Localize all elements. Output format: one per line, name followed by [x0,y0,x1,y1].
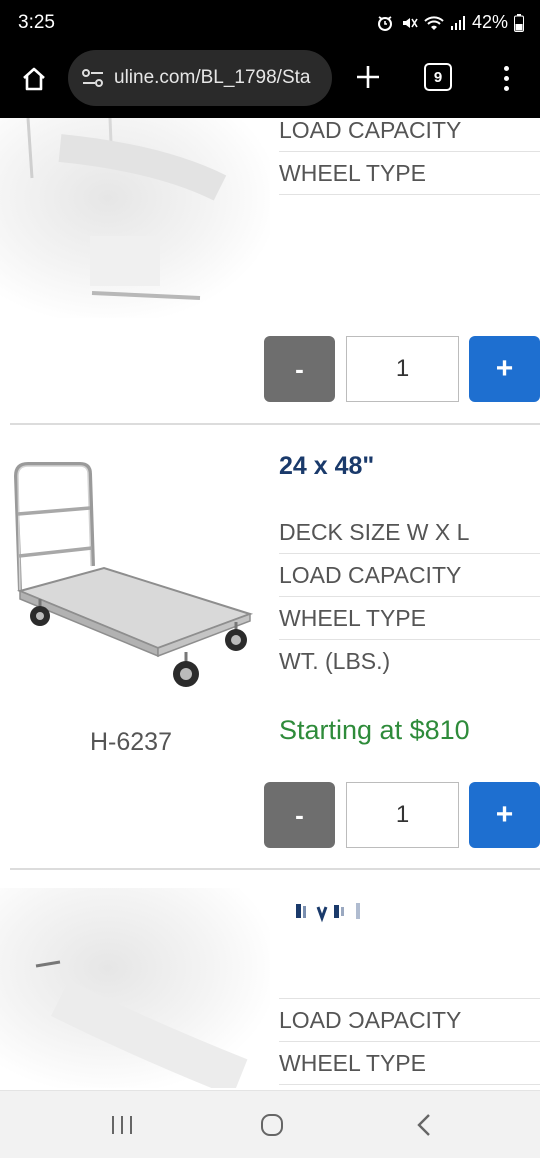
spec-label: LOAD ƆAPACITY [279,999,540,1042]
product-image-bottom-art [35,960,248,1090]
product-divider [10,868,540,870]
tab-switcher-button[interactable]: 9 [424,63,452,91]
spec-label: LOAD CAPACITY [279,118,540,152]
home-icon [23,67,45,91]
alarm-icon [377,15,392,31]
system-nav-bar [0,1090,540,1158]
browser-toolbar: uline.com/BL_1798/Sta 9 [0,48,540,118]
home-nav-button[interactable] [252,1109,292,1141]
status-bar: 3:25 42% [0,0,540,48]
quantity-increase-button[interactable]: + [469,336,540,402]
quantity-input[interactable]: 1 [346,782,459,848]
plus-icon [357,66,379,88]
more-vert-icon[interactable] [494,60,518,96]
product-image-top [0,118,270,318]
product-price: Starting at $810 [279,715,470,745]
url-text: uline.com/BL_1798/Sta [114,67,311,88]
spec-label: WHEEL TYPE [279,1042,540,1085]
spec-label: WHEEL TYPE [279,152,540,195]
site-settings-icon[interactable] [82,68,104,88]
spec-label: DECK SIZE W X L [279,511,540,554]
quantity-input[interactable]: 1 [346,336,459,402]
home-circle-icon [261,1114,283,1136]
quantity-increase-button[interactable]: + [469,782,540,848]
battery-percent: 42% [471,12,508,32]
recents-icon [112,1116,132,1134]
tab-count: 9 [433,68,443,86]
quantity-stepper[interactable]: - 1 + [264,782,540,848]
platform-truck-image[interactable] [8,456,258,696]
product-image-top-art [26,118,227,300]
quantity-decrease-button[interactable]: - [264,782,335,848]
loading-title-placeholder [296,903,360,923]
wheel [173,652,199,687]
recents-button[interactable] [102,1109,142,1141]
mute-icon [402,17,418,28]
quantity-decrease-button[interactable]: - [264,336,335,402]
signal-icon [450,15,465,30]
page-content: LOAD CAPACITY WHEEL TYPE - 1 + 24 x 48" [0,118,540,1090]
status-icons: 42% [376,12,524,33]
quantity-stepper[interactable]: - 1 + [264,336,540,402]
browser-chrome: 3:25 42% uline.com/BL_1798/Sta 9 [0,0,540,118]
wifi-icon [424,15,444,30]
status-time: 3:25 [18,12,55,33]
product-image-bottom [0,888,270,1090]
url-bar[interactable]: uline.com/BL_1798/Sta [68,50,332,106]
spec-label: LOAD CAPACITY [279,554,540,597]
battery-icon [514,13,524,32]
spec-label: WT. (LBS.) [279,648,391,674]
new-tab-button[interactable] [352,61,384,93]
back-button[interactable] [404,1109,444,1141]
product-divider [10,423,540,425]
product-title-link[interactable]: 24 x 48" [279,452,374,481]
model-number: H-6237 [90,728,172,756]
back-icon [417,1114,430,1136]
spec-label: WHEEL TYPE [279,597,540,640]
home-button[interactable] [16,61,52,97]
